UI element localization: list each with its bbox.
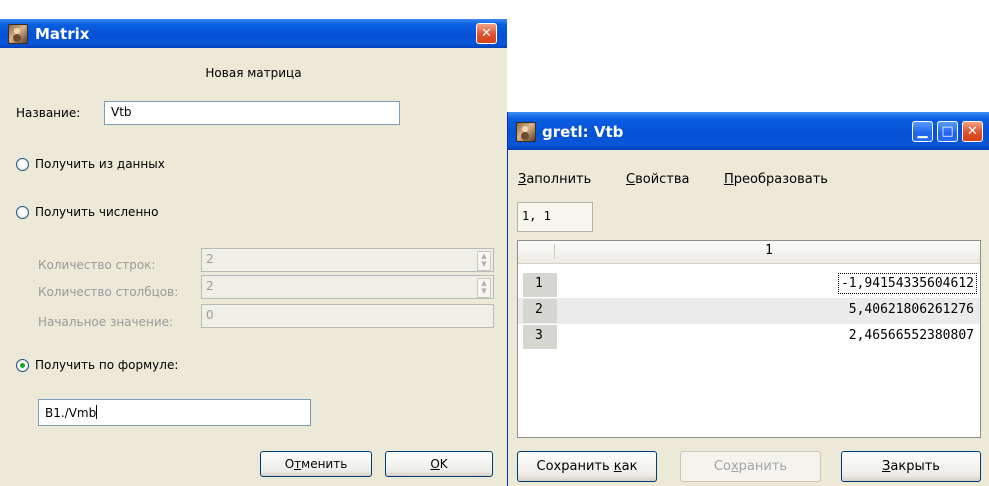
menu-transform[interactable]: Преобразовать <box>724 172 828 187</box>
rows-stepper[interactable]: 2 ▲ ▼ <box>201 248 494 272</box>
table-row[interactable]: 2 5,40621806261276 <box>518 298 980 324</box>
column-header[interactable]: 1 <box>765 243 773 258</box>
table-cell[interactable]: 5,40621806261276 <box>849 302 974 317</box>
cols-label: Количество столбцов: <box>38 285 179 299</box>
close-mnemonic: З <box>882 459 891 474</box>
close-label-part: акрыть <box>890 459 940 474</box>
cell-position: 1, 1 <box>517 202 593 232</box>
table-row[interactable]: 1 -1,94154335604612 <box>518 272 980 298</box>
init-value: 0 <box>206 308 214 322</box>
matrix-grid[interactable]: 1 1 -1,94154335604612 2 5,40621806261276… <box>517 240 981 438</box>
gretl-title: gretl: Vtb <box>542 123 624 141</box>
save-label-part: ранить <box>738 459 788 474</box>
gretl-titlebar[interactable]: gretl: Vtb ▁ □ ✕ <box>508 112 989 150</box>
row-header[interactable]: 2 <box>523 299 557 323</box>
matrix-title: Matrix <box>35 25 90 43</box>
radio-from-data-label: Получить из данных <box>35 157 165 171</box>
table-cell[interactable]: 2,46566552380807 <box>849 328 974 343</box>
ok-mnemonic: O <box>430 457 440 471</box>
rows-label: Количество строк: <box>38 258 156 272</box>
cols-value: 2 <box>206 279 214 293</box>
close-icon[interactable]: ✕ <box>962 121 983 142</box>
spin-arrows-icon[interactable]: ▲ ▼ <box>477 278 491 298</box>
gretl-app-icon <box>8 24 28 44</box>
radio-numeric[interactable]: Получить численно <box>16 205 158 219</box>
radio-formula-label: Получить по формуле: <box>35 358 179 372</box>
init-label: Начальное значение: <box>38 315 174 329</box>
formula-value: B1./Vmb <box>45 406 97 420</box>
rows-value: 2 <box>206 252 214 266</box>
close-button[interactable]: Закрыть <box>841 451 981 482</box>
radio-formula-indicator[interactable] <box>16 358 29 372</box>
save-as-button[interactable]: Сохранить к ак <box>517 451 657 482</box>
save-as-label-part: Сохранить <box>536 459 614 474</box>
cols-stepper[interactable]: 2 ▲ ▼ <box>201 275 494 299</box>
maximize-icon[interactable]: □ <box>937 121 958 142</box>
table-cell-selected[interactable]: -1,94154335604612 <box>837 273 978 294</box>
radio-from-data-indicator[interactable] <box>16 157 29 171</box>
name-input[interactable]: Vtb <box>104 101 400 125</box>
menu-label: аполнить <box>526 172 592 187</box>
menu-mnemonic: П <box>724 172 734 187</box>
formula-input[interactable]: B1./Vmb <box>38 399 311 426</box>
save-mnemonic: х <box>730 459 739 474</box>
name-label: Название: <box>16 106 81 120</box>
radio-from-data[interactable]: Получить из данных <box>16 157 165 171</box>
menu-label: войства <box>635 172 690 187</box>
dialog-heading: Новая матрица <box>205 66 302 80</box>
minimize-icon[interactable]: ▁ <box>912 121 933 142</box>
spin-arrows-icon[interactable]: ▲ ▼ <box>477 251 491 271</box>
table-row[interactable]: 3 2,46566552380807 <box>518 324 980 350</box>
row-header[interactable]: 1 <box>523 273 557 297</box>
close-icon[interactable]: ✕ <box>476 23 497 44</box>
radio-numeric-indicator[interactable] <box>16 205 29 219</box>
header-divider <box>554 244 555 259</box>
cancel-button[interactable]: От менить <box>260 451 372 477</box>
menu-label: реобразовать <box>733 172 828 187</box>
menu-properties[interactable]: Свойства <box>626 172 690 187</box>
cancel-label-part: менить <box>301 457 348 471</box>
gretl-app-icon <box>516 122 536 142</box>
row-header[interactable]: 3 <box>523 325 557 349</box>
menu-mnemonic: С <box>626 172 636 187</box>
save-as-label-part: ак <box>621 459 638 474</box>
column-header-row: 1 <box>518 241 980 264</box>
save-button[interactable]: Со х ранить <box>680 451 821 482</box>
matrix-dialog: Matrix ✕ Новая матрица Название: Vtb Пол… <box>0 19 507 486</box>
ok-label-part: K <box>439 457 448 471</box>
cancel-mnemonic: т <box>294 457 302 471</box>
gretl-matrix-window: gretl: Vtb ▁ □ ✕ Заполнить Свойства Прео… <box>507 112 989 486</box>
text-caret <box>96 405 98 419</box>
matrix-titlebar[interactable]: Matrix ✕ <box>0 19 507 48</box>
cancel-label-part: О <box>284 457 295 471</box>
save-as-mnemonic: к <box>613 459 622 474</box>
radio-numeric-label: Получить численно <box>35 205 159 219</box>
init-value-field[interactable]: 0 <box>201 304 494 328</box>
radio-formula[interactable]: Получить по формуле: <box>16 358 178 372</box>
save-label-part: Со <box>713 459 731 474</box>
menu-fill[interactable]: Заполнить <box>518 172 591 187</box>
ok-button[interactable]: OK <box>385 451 493 477</box>
